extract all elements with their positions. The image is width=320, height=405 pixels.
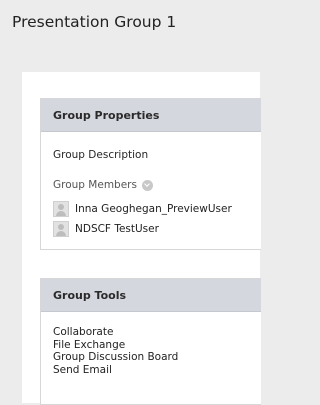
group-tools-header: Group Tools (41, 279, 261, 312)
avatar-icon (53, 221, 69, 237)
member-name: NDSCF TestUser (75, 223, 159, 235)
group-tools-panel: Group Tools Collaborate File Exchange Gr… (40, 278, 261, 405)
chevron-down-icon[interactable] (141, 179, 153, 191)
group-properties-header: Group Properties (41, 99, 261, 132)
group-members-label: Group Members (53, 179, 137, 191)
group-tools-list: Collaborate File Exchange Group Discussi… (53, 326, 178, 376)
group-discussion-board-link[interactable]: Group Discussion Board (53, 351, 178, 364)
collaborate-link[interactable]: Collaborate (53, 326, 178, 339)
group-description-label: Group Description (53, 149, 149, 161)
member-name: Inna Geoghegan_PreviewUser (75, 203, 232, 215)
group-properties-panel: Group Properties Group Description Group… (40, 98, 261, 250)
member-item: Inna Geoghegan_PreviewUser (53, 201, 232, 217)
send-email-link[interactable]: Send Email (53, 364, 178, 377)
member-item: NDSCF TestUser (53, 221, 159, 237)
file-exchange-link[interactable]: File Exchange (53, 339, 178, 352)
content-area: Group Properties Group Description Group… (22, 72, 261, 405)
page-title: Presentation Group 1 (12, 13, 177, 31)
group-members-toggle[interactable]: Group Members (53, 179, 153, 191)
avatar-icon (53, 201, 69, 217)
